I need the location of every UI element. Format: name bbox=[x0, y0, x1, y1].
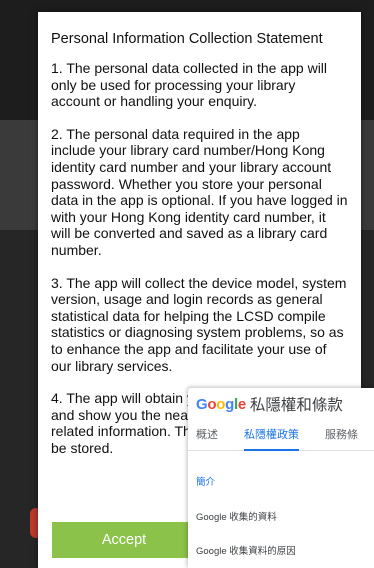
google-privacy-overlay: Google 私隱權和條款 概述 私隱權政策 服務條 簡介 Google 收集的… bbox=[188, 388, 374, 568]
paragraph-3: 3. The app will collect the device model… bbox=[51, 274, 347, 374]
accept-button[interactable]: Accept bbox=[52, 522, 196, 558]
overlay-title: 私隱權和條款 bbox=[249, 397, 343, 414]
paragraph-2: 2. The personal data required in the app… bbox=[51, 125, 348, 258]
logo-letter: o bbox=[207, 395, 217, 413]
overlay-link-data-collected[interactable]: Google 收集的資料 bbox=[188, 509, 277, 523]
tab-overview[interactable]: 概述 bbox=[196, 420, 218, 450]
logo-letter: G bbox=[196, 395, 208, 413]
logo-letter: e bbox=[237, 395, 246, 413]
tab-privacy-policy[interactable]: 私隱權政策 bbox=[244, 420, 299, 451]
overlay-link-collection-reasons[interactable]: Google 收集資料的原因 bbox=[188, 543, 296, 557]
google-logo: Google bbox=[196, 396, 246, 413]
logo-letter: g bbox=[225, 395, 234, 413]
paragraph-1: 1. The personal data collected in the ap… bbox=[51, 60, 328, 110]
logo-letter: o bbox=[216, 395, 226, 413]
overlay-header: Google 私隱權和條款 bbox=[188, 388, 374, 420]
tab-terms[interactable]: 服務條 bbox=[325, 420, 358, 450]
overlay-link-introduction[interactable]: 簡介 bbox=[188, 474, 215, 488]
overlay-tabs: 概述 私隱權政策 服務條 bbox=[188, 420, 374, 451]
dialog-title: Personal Information Collection Statemen… bbox=[51, 31, 323, 47]
